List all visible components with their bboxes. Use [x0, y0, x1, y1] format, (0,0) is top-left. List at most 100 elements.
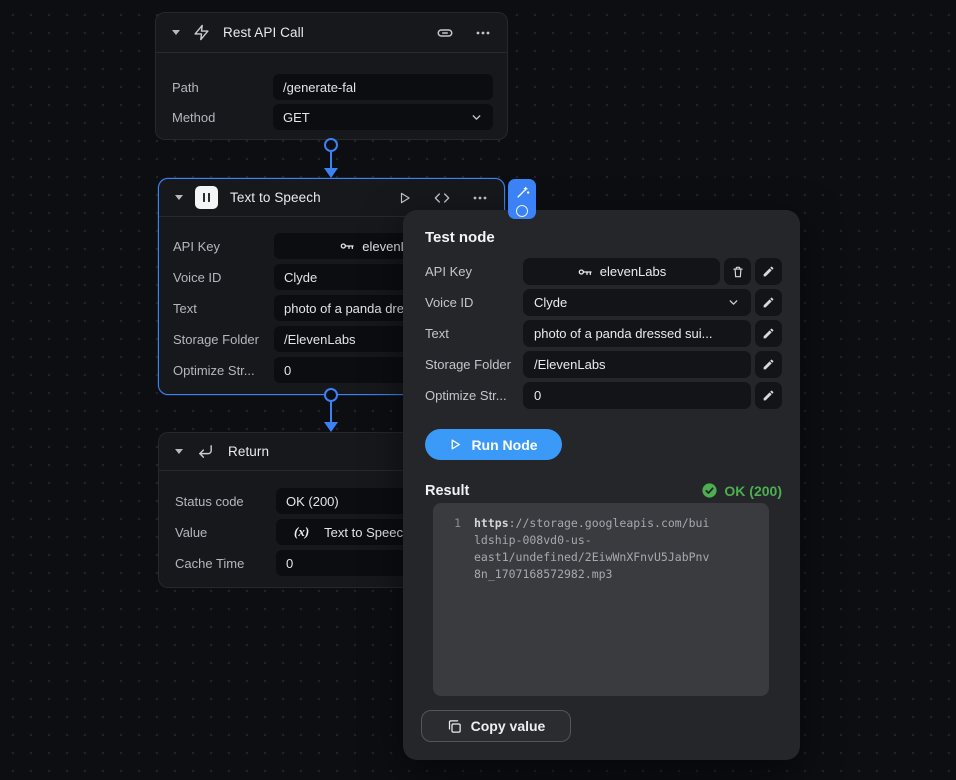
copy-icon [447, 719, 462, 734]
field-label: Method [172, 110, 273, 125]
edge-arrowhead-icon [324, 422, 338, 432]
field-row: Path /generate-fal [172, 74, 507, 100]
field-label: Status code [175, 494, 276, 509]
field-label: Voice ID [425, 295, 523, 310]
method-value: GET [283, 110, 463, 125]
edit-button[interactable] [755, 382, 782, 409]
test-node-panel: Test node API Key elevenLabs Voice ID Cl… [403, 210, 800, 760]
play-icon [449, 438, 462, 451]
field-label: Optimize Str... [173, 363, 274, 378]
node-rest-api-call[interactable]: Rest API Call Path /generate-fal Method … [155, 12, 508, 140]
field-row: Text photo of a panda dressed sui... [425, 320, 782, 347]
field-row: Storage Folder /ElevenLabs [425, 351, 782, 378]
pause-button[interactable] [195, 186, 218, 209]
method-select[interactable]: GET [273, 104, 493, 130]
code-text: ldship-008vd0-us- [474, 532, 592, 549]
run-node-button[interactable]: Run Node [425, 429, 562, 460]
more-options-icon[interactable] [475, 25, 491, 41]
voice-id-select[interactable]: Clyde [523, 289, 751, 316]
collapse-chevron-icon[interactable] [175, 449, 183, 454]
trash-icon [731, 265, 745, 279]
edit-button[interactable] [755, 320, 782, 347]
code-icon[interactable] [434, 190, 450, 206]
optimize-streaming-value: 0 [534, 388, 541, 403]
more-options-icon[interactable] [472, 190, 488, 206]
copy-value-button[interactable]: Copy value [421, 710, 571, 742]
edit-button[interactable] [755, 351, 782, 378]
collapse-chevron-icon[interactable] [175, 195, 183, 200]
path-input[interactable]: /generate-fal [273, 74, 493, 100]
optimize-streaming-input[interactable]: 0 [523, 382, 751, 409]
pencil-icon [762, 265, 775, 278]
variable-icon: (x) [294, 524, 309, 540]
delete-button[interactable] [724, 258, 751, 285]
line-number: 1 [443, 515, 461, 532]
chevron-down-icon [727, 296, 740, 309]
code-text: east1/undefined/2EiwWnXFnvU5JabPnv [474, 549, 709, 566]
field-label: Path [172, 80, 273, 95]
code-line: ldship-008vd0-us- [443, 532, 759, 549]
code-text: https://storage.googleapis.com/bui [474, 515, 709, 532]
key-icon [339, 238, 355, 254]
api-key-input[interactable]: elevenLabs [523, 258, 720, 285]
field-label: Voice ID [173, 270, 274, 285]
pencil-icon [762, 327, 775, 340]
workflow-canvas[interactable]: Rest API Call Path /generate-fal Method … [0, 0, 956, 780]
edit-button[interactable] [755, 258, 782, 285]
node-title: Return [228, 444, 269, 459]
magic-wand-icon [515, 185, 530, 200]
field-row: Voice ID Clyde [425, 289, 782, 316]
link-icon[interactable] [436, 24, 454, 42]
field-row: Method GET [172, 104, 507, 130]
hidden-circle-icon [516, 205, 528, 217]
output-port[interactable] [324, 138, 338, 152]
status-badge-text: OK (200) [724, 483, 782, 499]
edge-arrowhead-icon [324, 168, 338, 178]
key-icon [577, 264, 593, 280]
code-line: 1 https://storage.googleapis.com/bui [443, 515, 759, 532]
field-row: Optimize Str... 0 [425, 382, 782, 409]
field-row: API Key elevenLabs [425, 258, 782, 285]
pencil-icon [762, 389, 775, 402]
status-badge: OK (200) [701, 482, 782, 499]
magic-wand-button[interactable] [508, 179, 536, 219]
node-title: Text to Speech [230, 190, 321, 205]
code-line: east1/undefined/2EiwWnXFnvU5JabPnv [443, 549, 759, 566]
field-label: Optimize Str... [425, 388, 523, 403]
chevron-down-icon [470, 111, 483, 124]
field-label: Storage Folder [173, 332, 274, 347]
result-code-block[interactable]: 1 https://storage.googleapis.com/bui lds… [433, 503, 769, 696]
panel-title: Test node [425, 229, 782, 246]
edit-button[interactable] [755, 289, 782, 316]
api-key-value: elevenLabs [600, 264, 667, 279]
play-icon[interactable] [398, 191, 412, 205]
node-title: Rest API Call [223, 25, 304, 40]
field-label: Text [173, 301, 274, 316]
text-input[interactable]: photo of a panda dressed sui... [523, 320, 751, 347]
field-label: API Key [425, 264, 523, 279]
node-header[interactable]: Rest API Call [156, 13, 507, 53]
pencil-icon [762, 296, 775, 309]
field-label: Cache Time [175, 556, 276, 571]
voice-id-value: Clyde [534, 295, 720, 310]
field-label: Storage Folder [425, 357, 523, 372]
zap-icon [193, 24, 210, 41]
output-port[interactable] [324, 388, 338, 402]
edge-line [330, 402, 332, 423]
field-label: Text [425, 326, 523, 341]
storage-folder-input[interactable]: /ElevenLabs [523, 351, 751, 378]
field-label: Value [175, 525, 276, 540]
check-circle-icon [701, 482, 718, 499]
pencil-icon [762, 358, 775, 371]
field-label: API Key [173, 239, 274, 254]
return-arrow-icon [197, 443, 214, 460]
code-text: 8n_1707168572982.mp3 [474, 566, 612, 583]
text-value: photo of a panda dressed sui... [534, 326, 713, 341]
path-value: /generate-fal [283, 80, 483, 95]
copy-value-label: Copy value [471, 718, 546, 734]
collapse-chevron-icon[interactable] [172, 30, 180, 35]
run-node-label: Run Node [471, 437, 537, 453]
result-label: Result [425, 483, 469, 499]
storage-folder-value: /ElevenLabs [534, 357, 606, 372]
code-line: 8n_1707168572982.mp3 [443, 566, 759, 583]
